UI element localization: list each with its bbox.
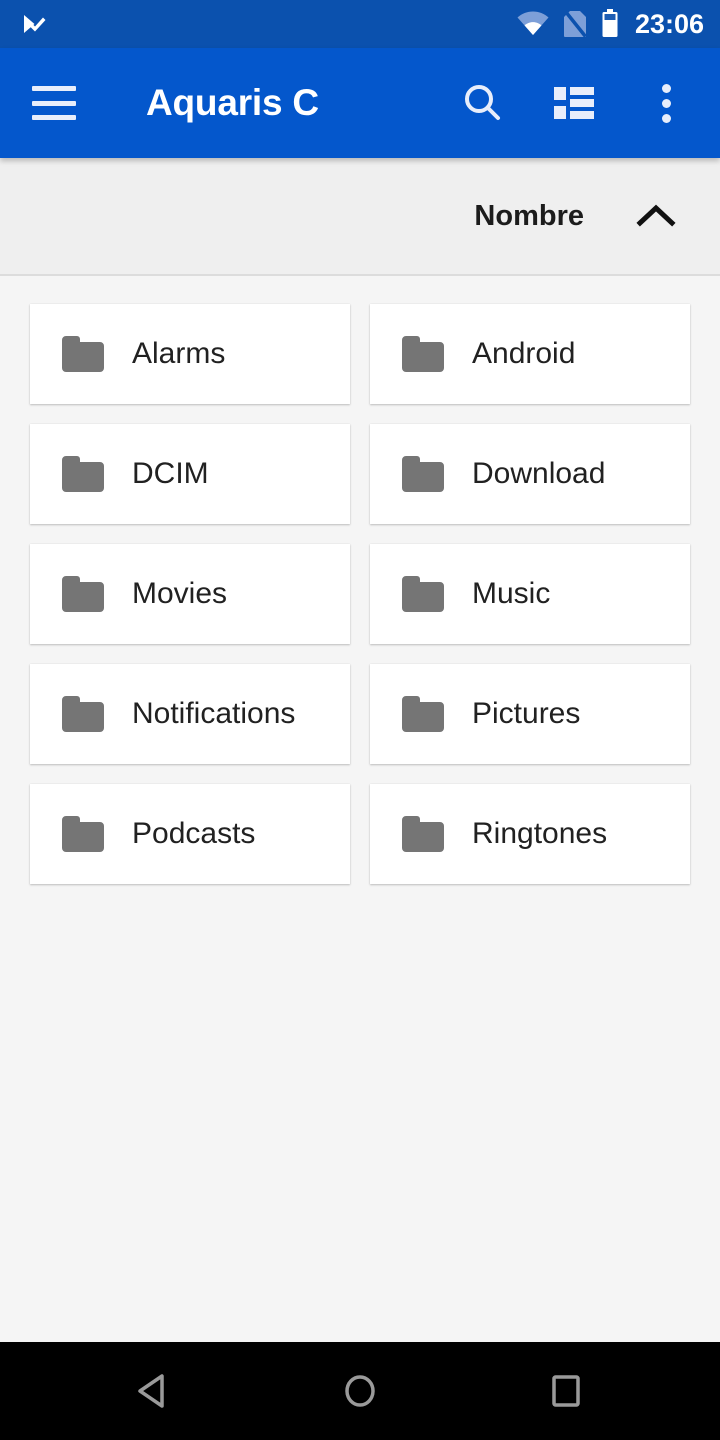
wifi-icon — [517, 11, 549, 37]
hamburger-bar — [32, 100, 76, 106]
status-bar-system-icons: 23:06 — [517, 9, 704, 39]
page-title: Aquaris C — [146, 82, 319, 123]
file-list-content: Alarms Android DCIM Download Movies Musi… — [0, 276, 720, 1342]
folder-name: Podcasts — [132, 817, 256, 850]
folder-card[interactable]: Pictures — [370, 664, 690, 764]
folder-card[interactable]: Movies — [30, 544, 350, 644]
overflow-dot — [661, 98, 671, 108]
folder-icon — [62, 456, 104, 492]
toolbar-actions — [456, 77, 698, 129]
folder-name: Android — [472, 337, 576, 370]
status-bar-notifications — [20, 10, 48, 38]
folder-card[interactable]: DCIM — [30, 424, 350, 524]
phone-screen: 23:06 Aquaris C Nombre Alarms Android DC… — [0, 0, 720, 1440]
folder-card[interactable]: Notifications — [30, 664, 350, 764]
overflow-menu-icon[interactable] — [640, 77, 692, 129]
folder-name: DCIM — [132, 457, 209, 490]
folder-icon — [402, 336, 444, 372]
search-icon[interactable] — [456, 77, 508, 129]
status-bar: 23:06 — [0, 0, 720, 48]
no-sim-card-icon — [563, 10, 587, 38]
home-circle-icon[interactable] — [325, 1356, 395, 1426]
app-toolbar: Aquaris C — [0, 48, 720, 158]
folder-icon — [402, 816, 444, 852]
recents-square-icon[interactable] — [531, 1356, 601, 1426]
folder-name: Music — [472, 577, 551, 610]
battery-icon — [601, 9, 619, 39]
sort-bar[interactable]: Nombre — [0, 158, 720, 276]
folder-icon — [62, 336, 104, 372]
folder-name: Movies — [132, 577, 228, 610]
status-bar-clock: 23:06 — [634, 8, 704, 39]
folder-name: Ringtones — [472, 817, 608, 850]
folder-name: Notifications — [132, 697, 296, 730]
hamburger-bar — [32, 115, 76, 120]
folder-card[interactable]: Download — [370, 424, 690, 524]
folder-card[interactable]: Alarms — [30, 304, 350, 404]
folder-card[interactable]: Podcasts — [30, 784, 350, 884]
folder-name: Download — [472, 457, 606, 490]
folder-card[interactable]: Android — [370, 304, 690, 404]
app-notification-icon — [20, 10, 48, 38]
folder-name: Alarms — [132, 337, 226, 370]
folder-icon — [402, 696, 444, 732]
hamburger-menu-icon[interactable] — [32, 86, 76, 120]
folder-icon — [402, 456, 444, 492]
chevron-up-icon[interactable] — [636, 196, 676, 236]
sort-field-label[interactable]: Nombre — [474, 200, 584, 233]
folder-icon — [62, 816, 104, 852]
overflow-dot — [661, 83, 671, 93]
folder-name: Pictures — [472, 697, 581, 730]
folder-icon — [62, 576, 104, 612]
folder-card[interactable]: Music — [370, 544, 690, 644]
folder-icon — [62, 696, 104, 732]
back-triangle-icon[interactable] — [119, 1356, 189, 1426]
android-navigation-bar — [0, 1342, 720, 1440]
hamburger-bar — [32, 86, 76, 91]
folder-card[interactable]: Ringtones — [370, 784, 690, 884]
list-view-icon[interactable] — [548, 77, 600, 129]
overflow-dot — [661, 113, 671, 123]
folder-icon — [402, 576, 444, 612]
folder-grid: Alarms Android DCIM Download Movies Musi… — [30, 304, 690, 884]
overflow-dots — [661, 83, 671, 123]
